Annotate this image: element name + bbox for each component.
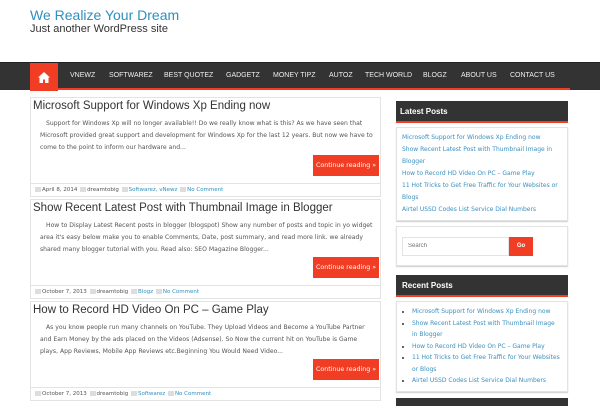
latest-post-link[interactable]: Microsoft Support for Windows Xp Ending … [402,132,562,144]
nav-tech-world[interactable]: TECH WORLD [365,72,412,79]
recent-posts-list: Microsoft Support for Windows Xp Ending … [396,301,568,392]
recent-post-link[interactable]: How to Record HD Video On PC – Game Play [412,343,545,350]
latest-posts-list: Microsoft Support for Windows Xp Ending … [396,127,568,221]
nav-gadgetz[interactable]: GADGETZ [226,72,260,79]
continue-reading-button[interactable]: Continue reading » [313,359,379,380]
nav-autoz[interactable]: AUTOZ [329,72,353,79]
recent-post-item[interactable]: 11 Hot Tricks to Get Free Traffic for Yo… [412,352,562,375]
latest-post-link[interactable]: Show Recent Latest Post with Thumbnail I… [402,144,562,168]
main-nav: VNEWZ SOFTWAREZ BEST QUOTEZ GADGETZ MONE… [0,62,600,91]
recent-post-link[interactable]: 11 Hot Tricks to Get Free Traffic for Yo… [412,354,560,373]
comment-icon [155,289,162,294]
post: How to Record HD Video On PC – Game Play… [30,301,381,401]
folder-icon [131,391,138,396]
post-categories[interactable]: Softwarez, vNewz [129,187,178,193]
post-comments[interactable]: No Comment [163,289,199,295]
recent-post-link[interactable]: Show Recent Latest Post with Thumbnail I… [412,320,555,339]
post-meta: October 7, 2013 dreamtobig Softwarez No … [31,387,380,400]
post: Show Recent Latest Post with Thumbnail I… [30,199,381,299]
post-comments[interactable]: No Comment [187,187,223,193]
post-list: Microsoft Support for Windows Xp Ending … [30,97,381,403]
search-input[interactable] [402,236,509,256]
site-title[interactable]: We Realize Your Dream [30,7,179,23]
post-meta: October 7, 2013 dreamtobig Blogz No Comm… [31,285,380,298]
continue-reading-button[interactable]: Continue reading » [313,257,379,278]
home-button[interactable] [30,63,58,91]
nav-contact-us[interactable]: CONTACT US [510,72,555,79]
widget-title: Latest Posts [396,101,568,123]
latest-post-link[interactable]: How to Record HD Video On PC – Game Play [402,168,562,180]
latest-post-link[interactable]: Airtel USSD Codes List Service Dial Numb… [402,204,562,216]
recent-post-item[interactable]: Airtel USSD Codes List Service Dial Numb… [412,375,562,387]
folder-icon [131,289,138,294]
recent-post-item[interactable]: Microsoft Support for Windows Xp Ending … [412,306,562,318]
latest-post-link[interactable]: 11 Hot Tricks to Get Free Traffic for Yo… [402,180,562,204]
home-icon [38,71,50,83]
post-categories[interactable]: Blogz [138,289,153,295]
recent-post-item[interactable]: How to Record HD Video On PC – Game Play [412,341,562,353]
nav-best-quotez[interactable]: BEST QUOTEZ [164,72,213,79]
nav-money-tipz[interactable]: MONEY TIPZ [273,72,316,79]
post: Microsoft Support for Windows Xp Ending … [30,97,381,197]
recent-post-item[interactable]: Show Recent Latest Post with Thumbnail I… [412,318,562,341]
post-author: dreamtobig [87,187,119,193]
post-comments[interactable]: No Comment [175,391,211,397]
next-widget-header [396,397,568,406]
post-categories[interactable]: Softwarez [138,391,165,397]
nav-vnewz[interactable]: VNEWZ [70,72,95,79]
recent-post-link[interactable]: Airtel USSD Codes List Service Dial Numb… [412,377,546,384]
recent-post-link[interactable]: Microsoft Support for Windows Xp Ending … [412,308,550,315]
calendar-icon [35,289,41,294]
calendar-icon [35,187,41,192]
post-author: dreamtobig [96,289,129,295]
widget-title: Recent Posts [396,275,568,297]
post-date: April 8, 2014 [42,187,78,193]
user-icon [89,289,96,294]
post-meta: April 8, 2014 dreamtobig Softwarez, vNew… [31,183,380,196]
post-excerpt: As you know people run many channels on … [40,324,365,355]
nav-accent-bar [30,88,570,90]
folder-icon [121,187,128,192]
post-title[interactable]: Show Recent Latest Post with Thumbnail I… [33,202,333,214]
comment-icon [167,391,174,396]
post-date: October 7, 2013 [42,289,87,295]
recent-posts-widget: Recent Posts Microsoft Support for Windo… [396,275,568,406]
post-title[interactable]: Microsoft Support for Windows Xp Ending … [33,100,270,112]
post-excerpt: How to Display Latest Recent posts in bl… [40,222,373,253]
user-icon [89,391,96,396]
post-author: dreamtobig [96,391,129,397]
post-date: October 7, 2013 [42,391,87,397]
search-widget: Go [396,226,568,266]
latest-posts-widget: Latest Posts Microsoft Support for Windo… [396,101,568,221]
nav-softwarez[interactable]: SOFTWAREZ [109,72,153,79]
comment-icon [180,187,187,192]
nav-blogz[interactable]: BLOGZ [423,72,447,79]
search-go-button[interactable]: Go [509,236,533,256]
user-icon [80,187,87,192]
continue-reading-button[interactable]: Continue reading » [313,155,379,176]
site-tagline: Just another WordPress site [30,23,168,35]
calendar-icon [35,391,41,396]
search-form: Go [396,226,568,266]
post-excerpt: Support for Windows Xp will no longer av… [40,120,373,151]
post-title[interactable]: How to Record HD Video On PC – Game Play [33,304,269,316]
nav-about-us[interactable]: ABOUT US [461,72,497,79]
